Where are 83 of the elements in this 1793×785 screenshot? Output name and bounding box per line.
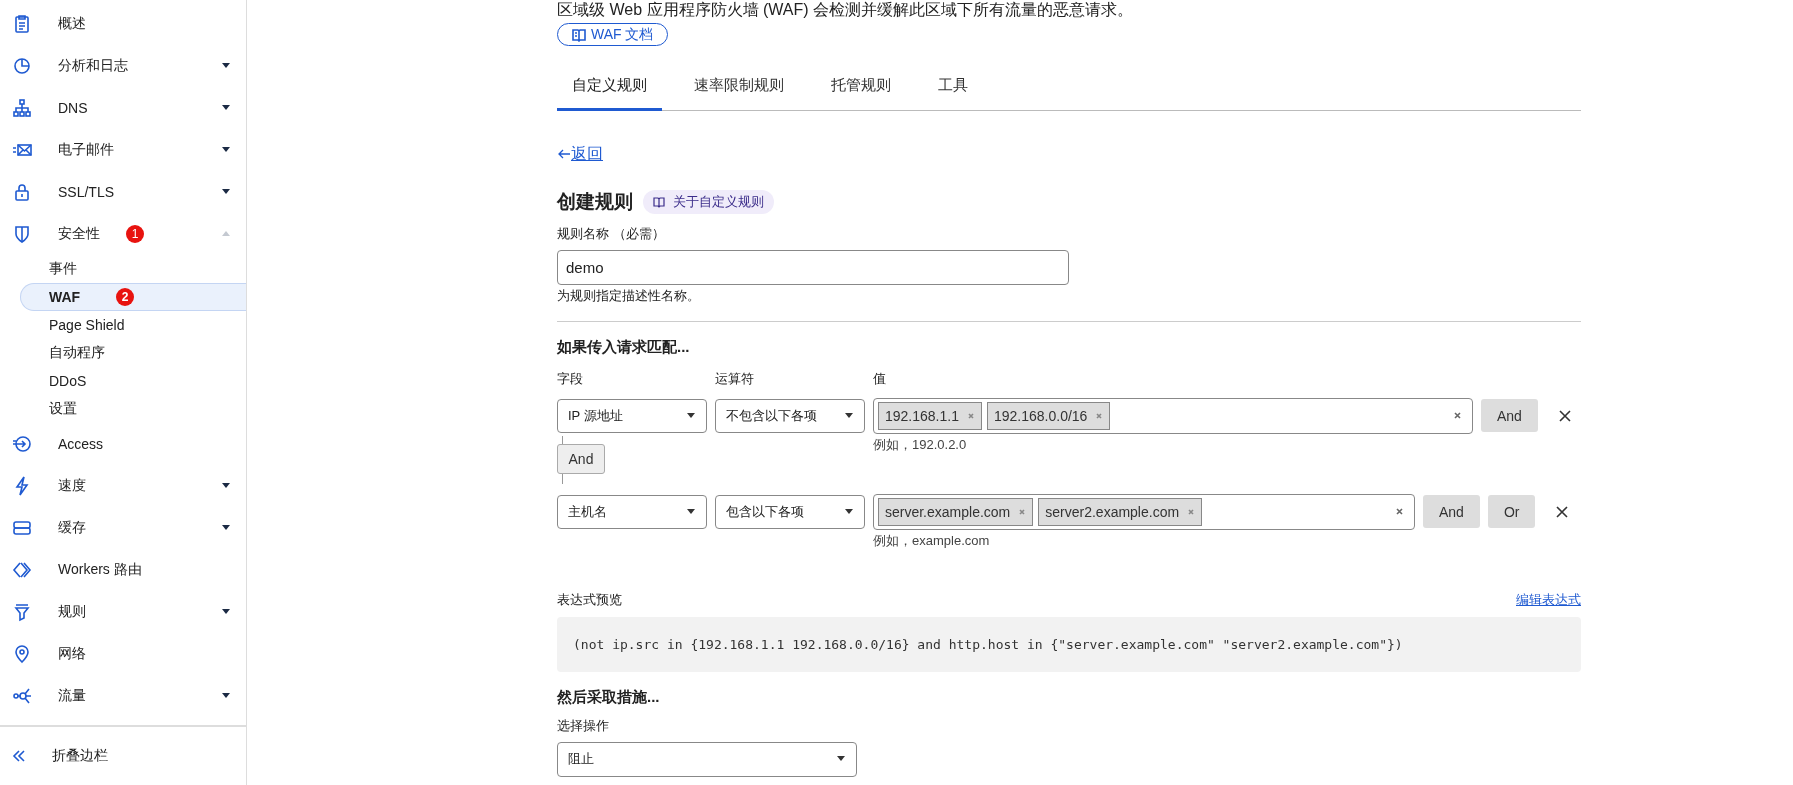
sidebar-item[interactable]: 安全性 1	[0, 213, 246, 255]
value-field[interactable]: 192.168.1.1 192.168.0.0/16	[873, 397, 1473, 434]
info-badge-link[interactable]: 关于自定义规则	[643, 189, 774, 214]
logic-button[interactable]: And	[1423, 495, 1480, 528]
remove-icon	[1187, 507, 1196, 516]
sidebar-subitem[interactable]: 事件	[20, 255, 246, 283]
value-tag: server2.example.com	[1038, 497, 1203, 526]
sidebar-item[interactable]: 分析和日志	[0, 45, 246, 87]
storage-icon	[12, 518, 32, 538]
notification-badge: 1	[126, 225, 144, 243]
map-pin-icon	[12, 644, 32, 664]
sidebar-item[interactable]: 概述	[0, 3, 246, 45]
section-title: 如果传入请求匹配...	[557, 337, 690, 357]
remove-icon	[1095, 411, 1104, 420]
network-icon	[12, 98, 32, 118]
value-field[interactable]: server.example.com server2.example.com	[873, 493, 1415, 530]
field-dropdown[interactable]: IP 源地址	[557, 398, 707, 433]
close-icon	[1555, 504, 1570, 519]
code-brackets-icon	[12, 560, 32, 580]
sidebar-subitem[interactable]: DDoS	[20, 367, 246, 395]
field-label: 表达式预览	[557, 590, 622, 609]
operator-dropdown[interactable]: 包含以下各项	[715, 494, 865, 529]
share-icon	[12, 686, 32, 706]
arrow-left-icon	[557, 148, 571, 160]
sidebar-item[interactable]: Access	[0, 423, 246, 465]
sidebar-subitem[interactable]: Page Shield	[20, 311, 246, 339]
column-label: 运算符	[715, 369, 755, 388]
book-icon	[653, 195, 665, 208]
value-tag: 192.168.1.1	[878, 401, 982, 430]
hint-text: 为规则指定描述性名称。	[557, 286, 700, 305]
lock-icon	[12, 182, 32, 202]
description-text: 区域级 Web 应用程序防火墙 (WAF) 会检测并缓解此区域下所有流量的恶意请求。	[557, 0, 1133, 20]
double-chevron-icon	[12, 749, 26, 763]
sidebar-item[interactable]: DNS	[0, 87, 246, 129]
logic-button[interactable]: Or	[1487, 495, 1536, 528]
remove-icon	[1018, 507, 1027, 516]
remove-icon	[966, 411, 975, 420]
sidebar-subitem[interactable]: 自动程序	[20, 339, 246, 367]
notification-badge: 2	[116, 288, 135, 306]
sidebar-item[interactable]: 缓存	[0, 507, 246, 549]
logic-button[interactable]: And	[1481, 399, 1538, 432]
sidebar-item[interactable]: 网络	[0, 633, 246, 675]
tab[interactable]: 托管规则	[816, 69, 906, 111]
tab[interactable]: 速率限制规则	[679, 69, 799, 111]
sidebar-item[interactable]: SSL/TLS	[0, 171, 246, 213]
column-label: 字段	[557, 369, 584, 388]
pie-chart-icon	[12, 56, 32, 76]
filter-icon	[12, 602, 32, 622]
column-label: 值	[873, 369, 886, 388]
page-heading: 创建规则	[557, 189, 633, 214]
docs-button[interactable]: WAF 文档	[557, 23, 669, 46]
sidebar-item[interactable]: 速度	[0, 465, 246, 507]
sidebar-item[interactable]: 流量	[0, 675, 246, 717]
sidebar-subitem[interactable]: WAF 2	[20, 283, 246, 311]
sign-in-icon	[12, 434, 32, 454]
field-dropdown[interactable]: 主机名	[557, 494, 707, 529]
back-link[interactable]: 返回	[557, 143, 603, 165]
operator-dropdown[interactable]: 不包含以下各项	[715, 398, 865, 433]
book-icon	[572, 27, 586, 42]
shield-icon	[12, 224, 32, 244]
expression-preview: (not ip.src in {192.168.1.1 192.168.0.0/16} and http.host in {"server.example.com" "server2.example.com"})	[557, 616, 1581, 672]
value-tag: server.example.com	[878, 497, 1034, 526]
collapse-sidebar-button[interactable]: 折叠边栏	[0, 725, 246, 785]
tab[interactable]: 工具	[923, 69, 983, 111]
and-connector-button[interactable]: And	[557, 443, 605, 474]
action-dropdown[interactable]: 阻止	[557, 741, 857, 777]
tab[interactable]: 自定义规则	[557, 69, 662, 111]
clipboard-icon	[12, 14, 32, 34]
field-label: 规则名称 （必需）	[557, 224, 665, 243]
clear-icon	[1453, 411, 1462, 420]
clear-icon	[1395, 507, 1404, 516]
rule-name-field[interactable]: demo	[557, 249, 1069, 285]
sidebar-subitem[interactable]: 设置	[20, 395, 246, 423]
example-text: 例如，example.com	[873, 531, 990, 550]
sidebar-item[interactable]: Workers 路由	[0, 549, 246, 591]
example-text: 例如，192.0.2.0	[873, 435, 967, 454]
section-title: 然后采取措施...	[557, 687, 660, 707]
sidebar-item[interactable]: 规则	[0, 591, 246, 633]
edit-expression-link[interactable]: 编辑表达式	[1516, 590, 1581, 609]
sidebar-item[interactable]: 电子邮件	[0, 129, 246, 171]
field-label: 选择操作	[557, 716, 609, 735]
close-icon	[1557, 408, 1572, 423]
value-tag: 192.168.0.0/16	[986, 401, 1111, 430]
